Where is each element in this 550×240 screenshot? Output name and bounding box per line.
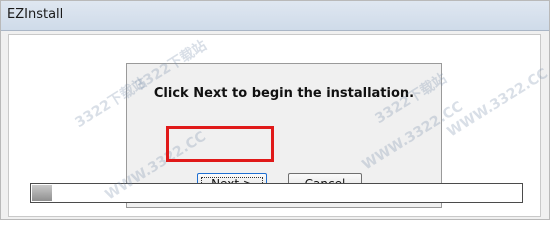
dialog-message: Click Next to begin the installation. (153, 86, 415, 101)
window-title: EZInstall (7, 7, 64, 22)
title-bar: EZInstall (1, 1, 549, 31)
install-progress-bar (30, 183, 523, 203)
installer-window: EZInstall Click Next to begin the instal… (0, 0, 550, 220)
progress-fill (32, 185, 52, 201)
